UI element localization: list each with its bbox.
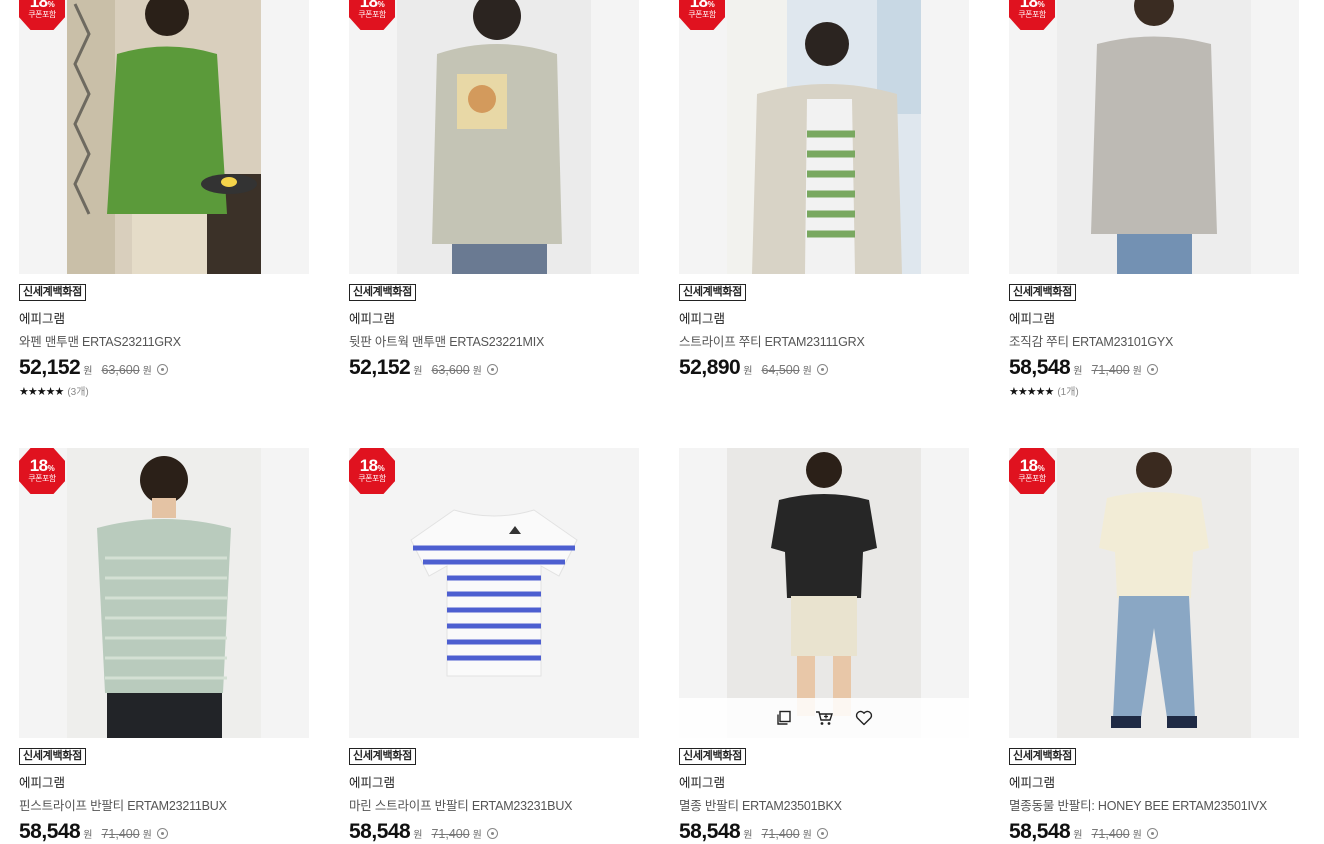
coupon-badge: 18% 쿠폰포함: [1009, 448, 1055, 494]
product-name[interactable]: 스트라이프 쭈티 ERTAM23111GRX: [679, 331, 969, 350]
sale-price: 52,152: [19, 356, 81, 379]
review-count: (3개): [67, 387, 89, 398]
original-price: 63,600: [431, 363, 470, 377]
product-photo: [397, 0, 591, 274]
store-badge: 신세계백화점: [1009, 284, 1076, 301]
product-brand[interactable]: 에피그램: [1009, 308, 1299, 327]
price-info-icon[interactable]: [1146, 828, 1158, 839]
coupon-badge: 18% 쿠폰포함: [1009, 0, 1055, 30]
coupon-badge: 18% 쿠폰포함: [19, 0, 65, 30]
product-brand[interactable]: 에피그램: [679, 308, 969, 327]
star-rating-icon: ★★★★★: [1009, 386, 1054, 398]
sale-price: 58,548: [349, 820, 411, 843]
price-row: 58,548 원 71,400 원: [19, 820, 309, 844]
rating: ★★★★★ (3개): [19, 383, 309, 398]
store-badge: 신세계백화점: [679, 284, 746, 301]
product-card[interactable]: 18% 쿠폰포함 신세계백화점 에피그램 뒷판 아트웍 맨투맨 ERTAS232…: [349, 0, 639, 380]
original-price: 71,400: [101, 827, 140, 841]
product-image[interactable]: 18% 쿠폰포함: [1009, 448, 1299, 738]
product-brand[interactable]: 에피그램: [349, 772, 639, 791]
product-brand[interactable]: 에피그램: [19, 308, 309, 327]
product-name[interactable]: 마린 스트라이프 반팔티 ERTAM23231BUX: [349, 795, 639, 814]
product-card[interactable]: 18% 쿠폰포함 신세계백화점 에피그램 와펜 맨투맨 ERTAS23211GR…: [19, 0, 309, 398]
price-row: 52,890 원 64,500 원: [679, 356, 969, 380]
sale-price: 52,152: [349, 356, 411, 379]
heart-icon[interactable]: [854, 708, 874, 728]
product-name[interactable]: 와펜 맨투맨 ERTAS23211GRX: [19, 331, 309, 350]
price-info-icon[interactable]: [816, 364, 828, 375]
sale-price: 58,548: [19, 820, 81, 843]
original-price: 71,400: [431, 827, 470, 841]
product-photo: [67, 0, 261, 274]
coupon-badge: 18% 쿠폰포함: [19, 448, 65, 494]
price-info-icon[interactable]: [1146, 364, 1158, 375]
original-price: 63,600: [101, 363, 140, 377]
price-info-icon[interactable]: [486, 364, 498, 375]
price-row: 52,152 원 63,600 원: [19, 356, 309, 380]
sale-price: 52,890: [679, 356, 741, 379]
product-name[interactable]: 핀스트라이프 반팔티 ERTAM23211BUX: [19, 795, 309, 814]
hover-action-bar: [679, 698, 969, 738]
product-photo: [349, 448, 639, 738]
product-photo: [1057, 0, 1251, 274]
product-card[interactable]: 신세계백화점 에피그램 멸종 반팔티 ERTAM23501BKX 58,548 원…: [679, 448, 969, 844]
store-badge: 신세계백화점: [19, 284, 86, 301]
product-name[interactable]: 멸종동물 반팔티: HONEY BEE ERTAM23501IVX: [1009, 795, 1299, 814]
product-photo: [1057, 448, 1251, 738]
product-card[interactable]: 18% 쿠폰포함 신세계백화점 에피그램 스트라이프 쭈티 ERTAM23111…: [679, 0, 969, 380]
product-card[interactable]: 18% 쿠폰포함 신세계백화점 에피그램 조직감 쭈티 ERTAM23101GY…: [1009, 0, 1299, 398]
compare-icon[interactable]: [774, 708, 794, 728]
coupon-badge: 18% 쿠폰포함: [349, 0, 395, 30]
coupon-badge: 18% 쿠폰포함: [679, 0, 725, 30]
price-row: 58,548 원 71,400 원: [349, 820, 639, 844]
product-photo: [67, 448, 261, 738]
product-image[interactable]: 18% 쿠폰포함: [679, 0, 969, 274]
store-badge: 신세계백화점: [679, 748, 746, 765]
sale-price: 58,548: [1009, 820, 1071, 843]
rating: ★★★★★ (1개): [1009, 383, 1299, 398]
price-info-icon[interactable]: [156, 364, 168, 375]
product-brand[interactable]: 에피그램: [679, 772, 969, 791]
original-price: 71,400: [1091, 827, 1130, 841]
product-image[interactable]: 18% 쿠폰포함: [1009, 0, 1299, 274]
product-brand[interactable]: 에피그램: [349, 308, 639, 327]
product-name[interactable]: 뒷판 아트웍 맨투맨 ERTAS23221MIX: [349, 331, 639, 350]
original-price: 64,500: [761, 363, 800, 377]
cart-icon[interactable]: [814, 708, 834, 728]
price-info-icon[interactable]: [486, 828, 498, 839]
sale-price: 58,548: [679, 820, 741, 843]
product-card[interactable]: 18% 쿠폰포함 신세계백화점 에피그램 핀스트라이프 반팔티 ERTAM232…: [19, 448, 309, 844]
product-image[interactable]: 18% 쿠폰포함: [19, 0, 309, 274]
product-image[interactable]: [679, 448, 969, 738]
store-badge: 신세계백화점: [1009, 748, 1076, 765]
store-badge: 신세계백화점: [349, 748, 416, 765]
product-photo: [727, 448, 921, 738]
price-row: 52,152 원 63,600 원: [349, 356, 639, 380]
product-brand[interactable]: 에피그램: [19, 772, 309, 791]
star-rating-icon: ★★★★★: [19, 386, 64, 398]
price-info-icon[interactable]: [156, 828, 168, 839]
price-row: 58,548 원 71,400 원: [679, 820, 969, 844]
product-card[interactable]: 18% 쿠폰포함 신세계백화점 에피그램 마린 스트라이프 반팔티 ERTAM2…: [349, 448, 639, 844]
price-row: 58,548 원 71,400 원: [1009, 356, 1299, 380]
product-image[interactable]: 18% 쿠폰포함: [349, 0, 639, 274]
product-name[interactable]: 조직감 쭈티 ERTAM23101GYX: [1009, 331, 1299, 350]
product-image[interactable]: 18% 쿠폰포함: [349, 448, 639, 738]
original-price: 71,400: [761, 827, 800, 841]
price-row: 58,548 원 71,400 원: [1009, 820, 1299, 844]
store-badge: 신세계백화점: [349, 284, 416, 301]
product-image[interactable]: 18% 쿠폰포함: [19, 448, 309, 738]
sale-price: 58,548: [1009, 356, 1071, 379]
price-info-icon[interactable]: [816, 828, 828, 839]
coupon-badge: 18% 쿠폰포함: [349, 448, 395, 494]
store-badge: 신세계백화점: [19, 748, 86, 765]
product-brand[interactable]: 에피그램: [1009, 772, 1299, 791]
original-price: 71,400: [1091, 363, 1130, 377]
review-count: (1개): [1057, 387, 1079, 398]
product-name[interactable]: 멸종 반팔티 ERTAM23501BKX: [679, 795, 969, 814]
product-card[interactable]: 18% 쿠폰포함 신세계백화점 에피그램 멸종동물 반팔티: HONEY BEE…: [1009, 448, 1299, 844]
product-photo: [727, 0, 921, 274]
